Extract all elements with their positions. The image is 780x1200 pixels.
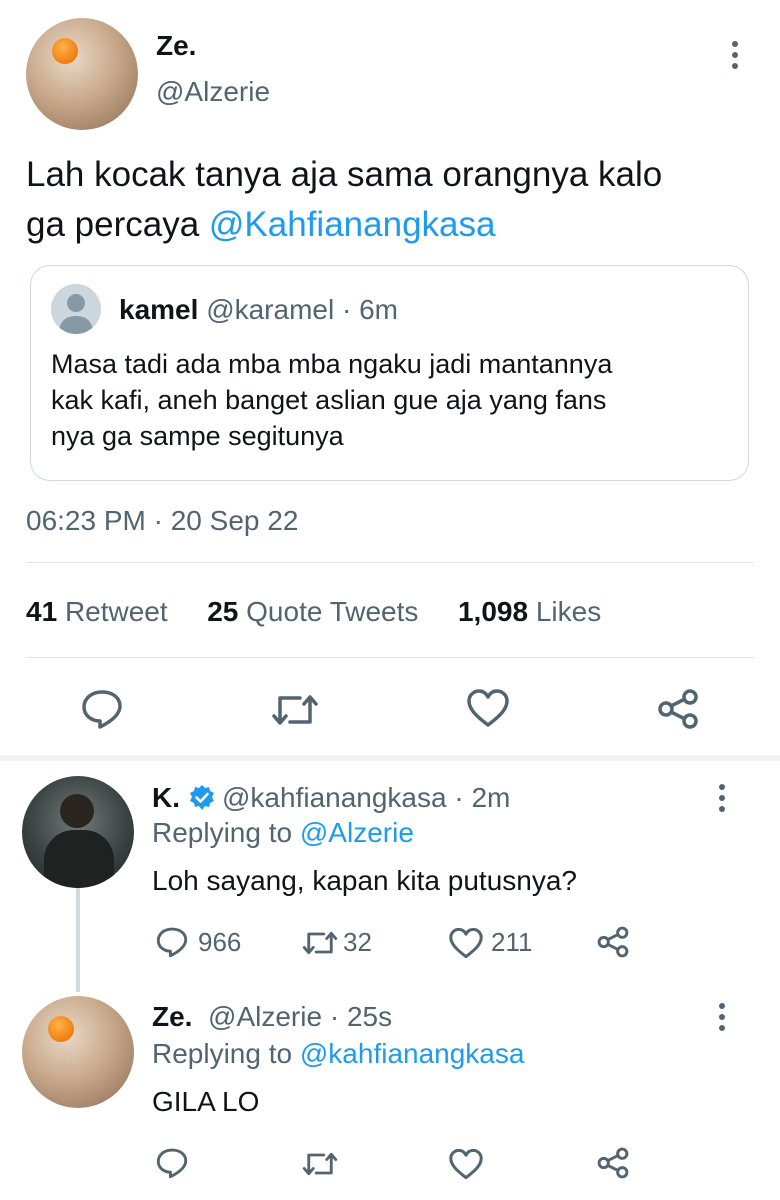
quoted-tweet-card[interactable]: kamel @karamel · 6m Masa tadi ada mba mb…: [30, 265, 749, 481]
reply1-avatar[interactable]: [22, 776, 134, 888]
share-icon[interactable]: [596, 925, 630, 959]
replying-to-prefix: Replying to: [152, 817, 300, 848]
reply1-replying-to: Replying to @Alzerie: [152, 817, 414, 849]
divider: [26, 657, 754, 658]
more-icon[interactable]: [730, 41, 740, 69]
default-profile-icon: [59, 294, 93, 334]
section-separator: [0, 755, 780, 761]
reply2-handle[interactable]: @Alzerie: [208, 1001, 322, 1032]
share-icon[interactable]: [596, 1146, 630, 1180]
quotes-label: Quote Tweets: [246, 596, 419, 627]
retweets-label: Retweet: [64, 596, 168, 627]
replying-to-prefix: Replying to: [152, 1038, 300, 1069]
likes-stat[interactable]: 1,098 Likes: [458, 596, 601, 627]
thread-line: [76, 888, 80, 992]
reply1-text: Loh sayang, kapan kita putusnya?: [152, 865, 577, 896]
retweet-icon[interactable]: [300, 928, 340, 958]
author-display-name[interactable]: Ze.: [156, 30, 196, 62]
reply2-display-name[interactable]: Ze.: [152, 1001, 192, 1032]
reply-icon[interactable]: [155, 926, 189, 958]
reply1-separator: ·: [446, 782, 472, 813]
more-icon[interactable]: [717, 1003, 727, 1031]
retweets-count: 41: [26, 596, 58, 627]
quoted-text-line1: Masa tadi ada mba mba ngaku jadi mantann…: [51, 349, 613, 379]
tweet-text-line1: Lah kocak tanya aja sama orangnya kalo: [26, 155, 663, 194]
likes-count: 1,098: [457, 596, 529, 627]
like-icon[interactable]: [466, 688, 510, 728]
quoted-display-name: kamel: [119, 294, 199, 325]
retweet-icon[interactable]: [270, 690, 320, 730]
like-icon[interactable]: [448, 927, 484, 959]
tweet-text: Lah kocak tanya aja sama orangnya kalo g…: [26, 150, 766, 250]
quoted-text-line2: kak kafi, aneh banget aslian gue aja yan…: [51, 385, 607, 415]
quoted-time: 6m: [359, 294, 398, 325]
replying-to-link[interactable]: @kahfianangkasa: [300, 1038, 525, 1069]
reply1-handle[interactable]: @kahfianangkasa: [222, 782, 447, 814]
quoted-avatar: [51, 284, 101, 334]
quoted-text-line3: nya ga sampe segitunya: [51, 421, 344, 451]
reply2-header: Ze. @Alzerie · 25s: [152, 1001, 392, 1033]
reply-icon[interactable]: [80, 688, 124, 730]
share-icon[interactable]: [656, 688, 700, 730]
replying-to-link[interactable]: @Alzerie: [300, 817, 414, 848]
quotes-stat[interactable]: 25 Quote Tweets: [207, 596, 418, 627]
tweet-text-line2: ga percaya @Kahfianangkasa: [26, 200, 766, 250]
reply1-retweet-count: 32: [343, 927, 372, 957]
mention-link[interactable]: @Kahfianangkasa: [209, 205, 496, 244]
quoted-handle: @karamel: [206, 294, 335, 325]
quoted-separator: ·: [334, 294, 360, 325]
likes-label: Likes: [535, 596, 602, 627]
reply2-replying-to: Replying to @kahfianangkasa: [152, 1038, 524, 1070]
reply1-header: K. @kahfianangkasa · 2m: [152, 782, 510, 814]
quotes-count: 25: [207, 596, 239, 627]
like-icon[interactable]: [448, 1148, 484, 1180]
reply1-display-name[interactable]: K.: [152, 782, 180, 814]
reply1-reply-count: 966: [198, 927, 242, 957]
quoted-header: kamel @karamel · 6m: [119, 294, 398, 326]
quoted-text: Masa tadi ada mba mba ngaku jadi mantann…: [51, 346, 741, 454]
tweet-timestamp[interactable]: 06:23 PM · 20 Sep 22: [26, 505, 298, 537]
reply2-text: GILA LO: [152, 1086, 260, 1117]
retweets-stat[interactable]: 41 Retweet: [26, 596, 168, 627]
divider: [26, 562, 754, 563]
reply1-like-count: 211: [491, 927, 533, 957]
reply2-avatar[interactable]: [22, 996, 134, 1108]
author-handle[interactable]: @Alzerie: [156, 76, 270, 108]
reply2-separator: ·: [322, 1001, 347, 1032]
retweet-icon[interactable]: [300, 1149, 340, 1179]
author-avatar[interactable]: [26, 18, 138, 130]
reply2-time: 25s: [346, 1001, 393, 1032]
reply1-time: 2m: [471, 782, 511, 813]
verified-badge-icon: [190, 785, 214, 810]
tweet-stats: 41 Retweet 25 Quote Tweets 1,098 Likes: [26, 596, 601, 628]
tweet-text-line2-prefix: ga percaya: [26, 205, 209, 244]
more-icon[interactable]: [717, 784, 727, 812]
reply-icon[interactable]: [155, 1147, 189, 1179]
